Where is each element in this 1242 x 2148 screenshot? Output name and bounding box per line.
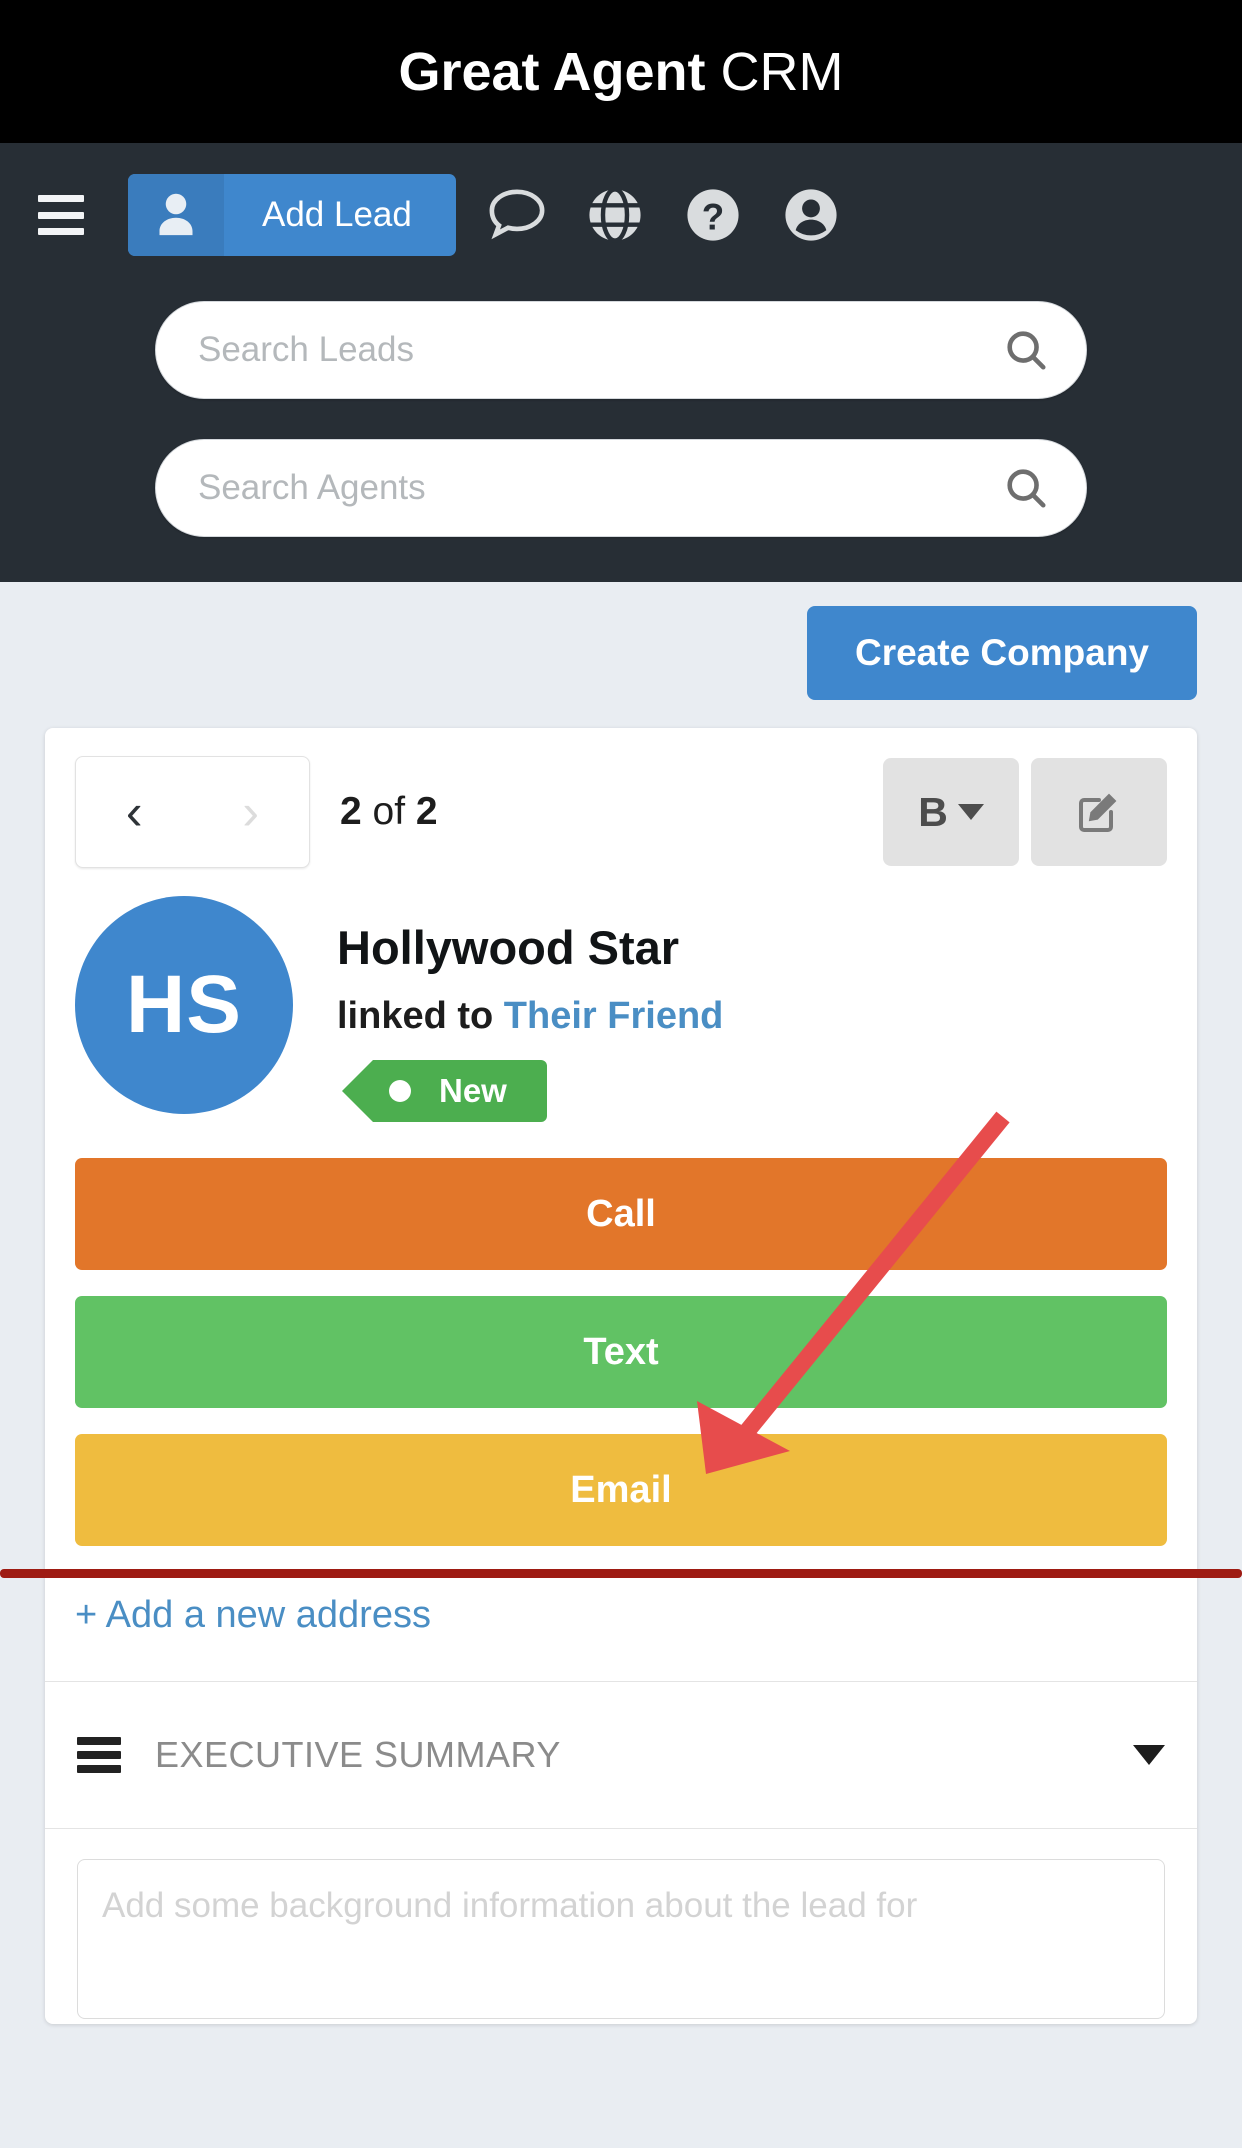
drag-handle-bar bbox=[77, 1751, 121, 1759]
pager-count: 2 of 2 bbox=[340, 790, 438, 834]
bold-dropdown-button[interactable]: B bbox=[883, 758, 1019, 866]
svg-text:?: ? bbox=[702, 197, 724, 238]
chevron-down-icon bbox=[958, 804, 984, 820]
bold-button-label: B bbox=[918, 789, 948, 836]
lead-detail-card: ‹ › 2 of 2 B bbox=[45, 728, 1197, 2024]
pager-actions: B bbox=[883, 758, 1167, 866]
app-root: Great Agent CRM Add Lead bbox=[0, 0, 1242, 2148]
lead-linked-line: linked to Their Friend bbox=[337, 995, 723, 1038]
nav-row: Add Lead bbox=[0, 157, 1242, 273]
add-lead-button[interactable]: Add Lead bbox=[128, 174, 456, 256]
hamburger-bar bbox=[38, 228, 84, 235]
search-agents-wrap bbox=[155, 439, 1087, 537]
app-title-light: CRM bbox=[721, 42, 844, 102]
executive-summary-body bbox=[45, 1829, 1197, 2024]
executive-summary-header[interactable]: EXECUTIVE SUMMARY bbox=[45, 1682, 1197, 1828]
pager-group: ‹ › bbox=[75, 756, 310, 868]
create-company-button[interactable]: Create Company bbox=[807, 606, 1197, 700]
search-agents-input[interactable] bbox=[155, 439, 1087, 537]
magnifier-icon[interactable] bbox=[1003, 465, 1049, 511]
magnifier-icon[interactable] bbox=[1003, 327, 1049, 373]
add-lead-label: Add Lead bbox=[224, 195, 456, 235]
app-title-strong: Great Agent bbox=[398, 42, 705, 102]
nav-icon-group: ? bbox=[486, 184, 842, 246]
linked-lead-link[interactable]: Their Friend bbox=[504, 995, 724, 1037]
user-circle-icon[interactable] bbox=[780, 184, 842, 246]
add-new-address-link[interactable]: + Add a new address bbox=[45, 1572, 1197, 1681]
call-button[interactable]: Call bbox=[75, 1158, 1167, 1270]
drag-handle-bar bbox=[77, 1737, 121, 1745]
pager-row: ‹ › 2 of 2 B bbox=[75, 756, 1167, 868]
status-badge[interactable]: New bbox=[373, 1060, 547, 1122]
pager-separator: of bbox=[373, 790, 406, 833]
text-button[interactable]: Text bbox=[75, 1296, 1167, 1408]
chevron-right-icon[interactable]: › bbox=[193, 757, 310, 867]
chevron-down-icon[interactable] bbox=[1133, 1745, 1165, 1765]
create-company-row: Create Company bbox=[45, 582, 1197, 728]
status-badge-label: New bbox=[439, 1072, 507, 1110]
search-leads-wrap bbox=[155, 301, 1087, 399]
hamburger-bar bbox=[38, 195, 84, 202]
edit-lead-button[interactable] bbox=[1031, 758, 1167, 866]
edit-pencil-square-icon bbox=[1075, 787, 1123, 838]
lead-identity-text: Hollywood Star linked to Their Friend Ne… bbox=[337, 896, 723, 1122]
lead-identity: HS Hollywood Star linked to Their Friend… bbox=[45, 868, 1197, 1122]
card-top: ‹ › 2 of 2 B bbox=[45, 728, 1197, 868]
chevron-left-icon[interactable]: ‹ bbox=[76, 757, 193, 867]
person-icon bbox=[128, 174, 224, 256]
lead-actions: Call Text Email bbox=[45, 1122, 1197, 1546]
search-section bbox=[0, 273, 1242, 537]
question-circle-icon[interactable]: ? bbox=[682, 184, 744, 246]
drag-handle-bar bbox=[77, 1765, 121, 1773]
lead-name: Hollywood Star bbox=[337, 920, 723, 975]
avatar: HS bbox=[75, 896, 293, 1114]
app-titlebar: Great Agent CRM bbox=[0, 0, 1242, 143]
pager-total: 2 bbox=[416, 790, 438, 833]
executive-summary-textarea[interactable] bbox=[77, 1859, 1165, 2019]
nav-bar: Add Lead bbox=[0, 143, 1242, 582]
search-leads-input[interactable] bbox=[155, 301, 1087, 399]
drag-handle-icon[interactable] bbox=[77, 1737, 121, 1773]
main-content: Create Company ‹ › 2 of 2 B bbox=[0, 582, 1242, 2024]
chat-bubble-icon[interactable] bbox=[486, 186, 548, 244]
hamburger-menu-icon[interactable] bbox=[38, 195, 84, 235]
hamburger-bar bbox=[38, 212, 84, 219]
email-button[interactable]: Email bbox=[75, 1434, 1167, 1546]
pager-current: 2 bbox=[340, 790, 362, 833]
linked-prefix: linked to bbox=[337, 995, 493, 1037]
page-title: Great Agent CRM bbox=[398, 41, 843, 103]
globe-icon[interactable] bbox=[584, 184, 646, 246]
status-dot-icon bbox=[389, 1080, 411, 1102]
executive-summary-title: EXECUTIVE SUMMARY bbox=[155, 1734, 561, 1776]
